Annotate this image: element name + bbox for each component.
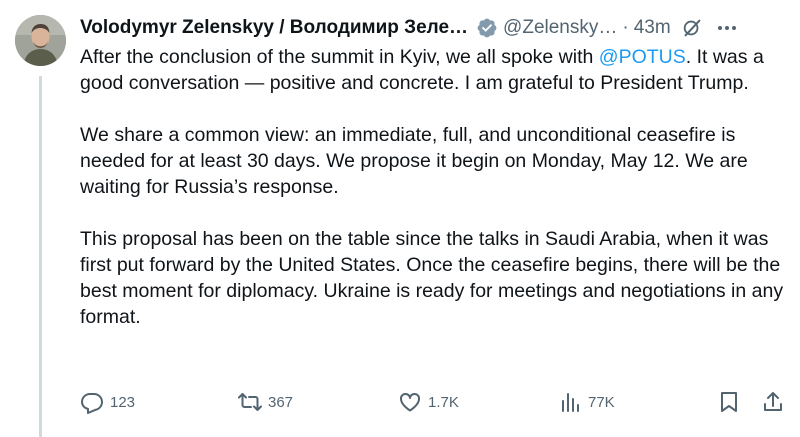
share-icon bbox=[764, 392, 782, 411]
repost-icon bbox=[238, 393, 262, 411]
verified-badge-icon bbox=[476, 17, 498, 39]
tweet-text: After the conclusion of the summit in Ky… bbox=[80, 44, 786, 330]
views-bar-chart-icon bbox=[562, 393, 579, 412]
tweet-paragraph-1: After the conclusion of the summit in Ky… bbox=[80, 44, 786, 96]
share-button[interactable] bbox=[761, 388, 785, 416]
thread-line bbox=[39, 76, 42, 437]
more-dots-icon[interactable] bbox=[715, 16, 739, 40]
tweet-actions: 123 367 1.7K 77K bbox=[80, 388, 790, 416]
tweet-paragraph-3: This proposal has been on the table sinc… bbox=[80, 228, 784, 328]
reply-count: 123 bbox=[110, 393, 136, 411]
heart-icon bbox=[400, 392, 420, 412]
like-count: 1.7K bbox=[428, 393, 459, 411]
reply-icon bbox=[81, 393, 103, 414]
author-name[interactable]: Volodymyr Zelenskyy / Володимир Зеле… bbox=[80, 15, 468, 41]
tweet-text-segment: After the conclusion of the summit in Ky… bbox=[80, 46, 599, 68]
avatar[interactable] bbox=[15, 15, 66, 66]
grok-icon[interactable] bbox=[681, 17, 703, 39]
tweet-paragraph-2: We share a common view: an immediate, fu… bbox=[80, 124, 748, 198]
bookmark-button[interactable] bbox=[717, 388, 741, 416]
author-handle[interactable]: @Zelensky… bbox=[503, 15, 617, 41]
repost-button[interactable]: 367 bbox=[238, 388, 293, 416]
repost-count: 367 bbox=[268, 393, 294, 411]
bookmark-icon bbox=[721, 392, 737, 412]
tweet-timestamp[interactable]: 43m bbox=[634, 15, 671, 41]
like-button[interactable]: 1.7K bbox=[398, 388, 459, 416]
mention-link[interactable]: @POTUS bbox=[599, 46, 686, 68]
views-button[interactable]: 77K bbox=[558, 388, 615, 416]
reply-button[interactable]: 123 bbox=[80, 388, 135, 416]
tweet-header: Volodymyr Zelenskyy / Володимир Зеле… @Z… bbox=[80, 15, 782, 41]
separator-dot: · bbox=[622, 17, 629, 38]
views-count: 77K bbox=[588, 393, 615, 411]
